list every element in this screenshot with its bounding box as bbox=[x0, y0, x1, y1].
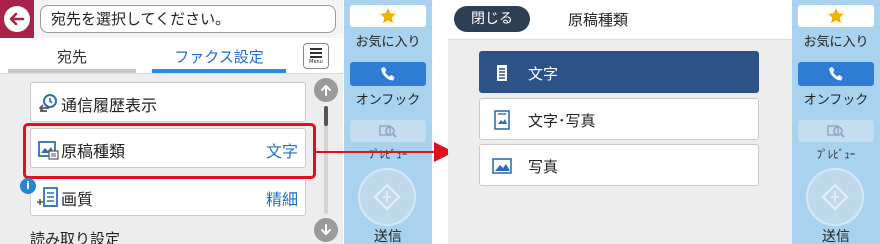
action-rail: お気に入り オンフック ﾌﾟﾚﾋﾞｭｰ 送信 bbox=[792, 0, 880, 244]
magnifier-icon bbox=[379, 125, 397, 138]
preview-label: ﾌﾟﾚﾋﾞｭｰ bbox=[816, 148, 856, 161]
row-communication-history[interactable]: 通信履歴表示 bbox=[30, 82, 306, 122]
hamburger-icon bbox=[310, 48, 322, 50]
preview-button[interactable] bbox=[798, 120, 874, 142]
scroll-down-button[interactable] bbox=[314, 218, 338, 242]
row-label: 通信履歴表示 bbox=[61, 96, 158, 115]
quality-doc-icon bbox=[37, 186, 59, 208]
menu-button[interactable]: Menu bbox=[303, 43, 329, 69]
option-text[interactable]: 文字 bbox=[479, 51, 759, 93]
magnifier-icon bbox=[827, 125, 845, 138]
option-label: 文字･写真 bbox=[528, 112, 596, 130]
favorites-label: お気に入り bbox=[803, 35, 869, 50]
info-icon[interactable]: i bbox=[20, 178, 36, 194]
original-type-main: 閉じる 原稿種類 文字 文字･写真 写真 bbox=[448, 0, 792, 244]
scroll-up-button[interactable] bbox=[314, 78, 338, 102]
row-image-quality[interactable]: 画質 精細 bbox=[30, 176, 306, 216]
phone-icon bbox=[381, 67, 395, 81]
diamond-icon bbox=[373, 183, 401, 211]
favorites-button[interactable] bbox=[350, 5, 426, 27]
preview-button[interactable] bbox=[350, 120, 426, 142]
phone-icon bbox=[829, 67, 843, 81]
option-text-photo[interactable]: 文字･写真 bbox=[479, 98, 759, 140]
tab-fax-settings-underline bbox=[152, 69, 286, 73]
row-label: 画質 bbox=[61, 190, 94, 209]
tab-bar: 宛先 ファクス設定 bbox=[0, 38, 343, 74]
star-icon bbox=[828, 8, 844, 24]
diamond-icon bbox=[821, 183, 849, 211]
destination-bar: 宛先を選択してください。 bbox=[0, 0, 343, 38]
transition-arrow bbox=[316, 142, 454, 162]
history-icon bbox=[37, 92, 59, 114]
menu-label: Menu bbox=[309, 59, 323, 65]
scroll-thumb[interactable] bbox=[324, 106, 328, 126]
on-hook-button[interactable] bbox=[798, 62, 874, 86]
photo-icon bbox=[492, 156, 512, 176]
back-button[interactable] bbox=[0, 0, 34, 38]
arrow-up-icon bbox=[321, 85, 331, 96]
on-hook-button[interactable] bbox=[350, 62, 426, 86]
on-hook-label: オンフック bbox=[803, 93, 869, 108]
action-rail: お気に入り オンフック ﾌﾟﾚﾋﾞｭｰ 送信 bbox=[344, 0, 432, 244]
destination-field[interactable]: 宛先を選択してください。 bbox=[40, 5, 336, 33]
original-type-screen: 閉じる 原稿種類 文字 文字･写真 写真 お気に入り オンフック ﾌﾟﾚﾋﾞｭｰ… bbox=[448, 0, 880, 244]
send-label: 送信 bbox=[374, 229, 402, 244]
dialog-header: 閉じる 原稿種類 bbox=[448, 0, 792, 40]
tab-destination-underline bbox=[8, 69, 136, 73]
send-button[interactable] bbox=[358, 168, 416, 226]
tab-fax-settings[interactable]: ファクス設定 bbox=[152, 46, 286, 67]
arrow-left-icon bbox=[4, 6, 30, 32]
fax-settings-screen: 宛先を選択してください。 宛先 ファクス設定 Menu 通信履歴表示 原稿種類 bbox=[0, 0, 432, 244]
arrow-down-icon bbox=[321, 224, 331, 235]
star-icon bbox=[380, 8, 396, 24]
tab-destination[interactable]: 宛先 bbox=[8, 46, 136, 67]
section-title: 読み取り設定 bbox=[30, 230, 121, 244]
favorites-label: お気に入り bbox=[355, 35, 421, 50]
close-button[interactable]: 閉じる bbox=[454, 6, 530, 32]
fax-settings-main: 宛先を選択してください。 宛先 ファクス設定 Menu 通信履歴表示 原稿種類 bbox=[0, 0, 343, 244]
text-doc-icon bbox=[492, 63, 512, 83]
send-button[interactable] bbox=[806, 168, 864, 226]
send-label: 送信 bbox=[822, 229, 850, 244]
highlight-box bbox=[23, 123, 316, 179]
text-photo-doc-icon bbox=[492, 110, 512, 130]
on-hook-label: オンフック bbox=[355, 93, 421, 108]
dialog-title: 原稿種類 bbox=[568, 11, 629, 29]
favorites-button[interactable] bbox=[798, 5, 874, 27]
option-label: 写真 bbox=[528, 158, 559, 176]
row-value: 精細 bbox=[265, 190, 298, 209]
option-photo[interactable]: 写真 bbox=[479, 144, 759, 186]
option-label: 文字 bbox=[528, 65, 559, 83]
